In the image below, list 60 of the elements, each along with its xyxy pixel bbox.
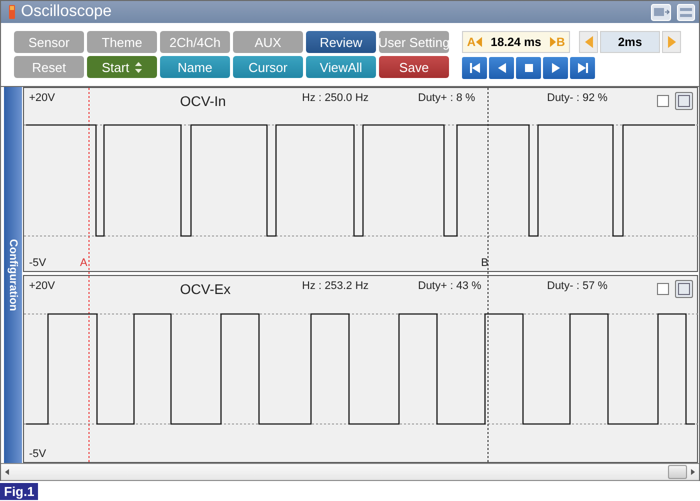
toolbar-button[interactable]: Cursor bbox=[233, 56, 303, 78]
cursor-b-label: B bbox=[556, 35, 565, 49]
toolbar-button[interactable]: 2Ch/4Ch bbox=[160, 31, 230, 53]
playback-button[interactable] bbox=[489, 57, 514, 79]
maximize-button[interactable] bbox=[675, 280, 693, 298]
up-down-icon bbox=[135, 62, 142, 72]
right-triangle-icon bbox=[668, 36, 676, 48]
cursor-b-label: B bbox=[481, 257, 490, 269]
toolbar-button[interactable]: ViewAll bbox=[306, 56, 376, 78]
checkbox[interactable] bbox=[657, 95, 669, 107]
time-division-value: 2ms bbox=[600, 31, 660, 53]
configuration-tab[interactable]: Configuration bbox=[4, 87, 22, 463]
scale-min-label: -5V bbox=[29, 257, 48, 269]
toolbar-button[interactable]: Sensor bbox=[14, 31, 84, 53]
window-layout-icon[interactable] bbox=[651, 4, 671, 20]
cursor-a-label: A bbox=[80, 257, 88, 269]
stop-icon bbox=[524, 63, 534, 73]
duty-minus-reading: Duty- : 92 % bbox=[547, 92, 609, 104]
cursor-a-label: A bbox=[467, 35, 476, 49]
toolbar-button[interactable]: Save bbox=[379, 56, 449, 78]
frequency-reading: Hz : 250.0 Hz bbox=[302, 92, 370, 104]
figure-label: Fig.1 bbox=[4, 484, 34, 499]
scale-min-label: -5V bbox=[29, 448, 48, 460]
checkbox[interactable] bbox=[657, 283, 669, 295]
skip-end-icon bbox=[578, 63, 588, 73]
right-triangle-icon bbox=[550, 37, 556, 47]
app-icon bbox=[9, 5, 15, 19]
left-triangle-icon bbox=[476, 37, 482, 47]
frequency-reading: Hz : 253.2 Hz bbox=[302, 280, 370, 292]
scroll-left-icon[interactable] bbox=[5, 469, 9, 475]
toolbar-button[interactable]: User Setting bbox=[379, 31, 449, 53]
play-icon bbox=[550, 63, 560, 73]
scrollbar-thumb[interactable] bbox=[668, 465, 687, 479]
playback-button[interactable] bbox=[543, 57, 568, 79]
toolbar-button[interactable]: Theme bbox=[87, 31, 157, 53]
channel-name: OCV-In bbox=[180, 93, 227, 109]
playback-button[interactable] bbox=[462, 57, 487, 79]
menu-icon[interactable] bbox=[677, 4, 695, 20]
toolbar-button[interactable]: Review bbox=[306, 31, 376, 53]
cursor-a-line[interactable] bbox=[88, 276, 90, 464]
channel-name: OCV-Ex bbox=[180, 281, 232, 297]
left-triangle-icon bbox=[584, 36, 592, 48]
window-title: Oscilloscope bbox=[21, 3, 113, 21]
playback-button[interactable] bbox=[516, 57, 541, 79]
play-back-icon bbox=[496, 63, 506, 73]
skip-start-icon bbox=[470, 63, 480, 73]
scale-max-label: +20V bbox=[29, 92, 56, 104]
scale-max-label: +20V bbox=[29, 280, 56, 292]
scroll-right-icon[interactable] bbox=[691, 469, 695, 475]
toolbar-button[interactable]: Name bbox=[160, 56, 230, 78]
duty-minus-reading: Duty- : 57 % bbox=[547, 280, 609, 292]
playback-button[interactable] bbox=[570, 57, 595, 79]
cursor-time-value: 18.24 ms bbox=[490, 35, 542, 49]
start-dropdown[interactable]: Start bbox=[87, 56, 157, 78]
maximize-button[interactable] bbox=[675, 92, 693, 110]
duty-plus-reading: Duty+ : 8 % bbox=[418, 92, 476, 104]
cursor-a-line[interactable] bbox=[88, 88, 90, 276]
duty-plus-reading: Duty+ : 43 % bbox=[418, 280, 482, 292]
toolbar-button[interactable]: AUX bbox=[233, 31, 303, 53]
toolbar-button[interactable]: Reset bbox=[14, 56, 84, 78]
